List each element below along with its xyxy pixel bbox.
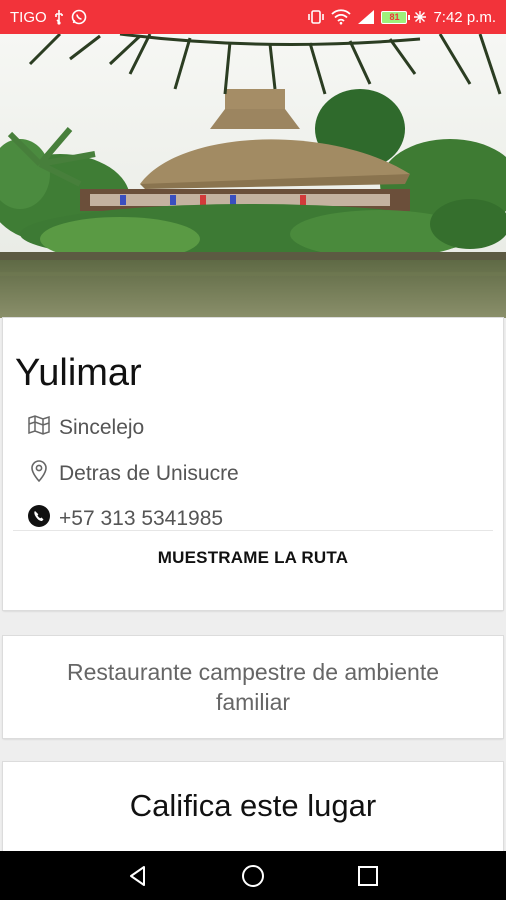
city-label: Sincelejo (59, 416, 145, 439)
vibrate-icon (307, 9, 325, 25)
show-route-button[interactable]: MUESTRAME LA RUTA (3, 548, 503, 568)
place-name: Yulimar (15, 352, 142, 394)
clock: 7:42 p.m. (433, 8, 496, 26)
address-label: Detras de Unisucre (59, 462, 239, 485)
back-icon[interactable] (113, 856, 163, 896)
wifi-icon (331, 9, 352, 25)
location-pin-icon (27, 459, 51, 489)
rating-card: Califica este lugar (3, 762, 503, 862)
map-icon (27, 414, 51, 442)
signal-icon (357, 9, 375, 25)
recents-icon[interactable] (343, 856, 393, 896)
rating-title: Califica este lugar (129, 788, 377, 823)
carrier-label: TIGO (10, 8, 47, 26)
city-row: Sincelejo (27, 414, 144, 442)
status-bar: TIGO 81 7:42 p.m. (0, 0, 506, 34)
time-icon (413, 10, 427, 24)
address-row: Detras de Unisucre (27, 459, 239, 489)
description-text: Restaurante campestre de ambiente famili… (66, 659, 440, 715)
whatsapp-icon (71, 9, 87, 25)
home-icon[interactable] (228, 856, 278, 896)
description-card: Restaurante campestre de ambiente famili… (3, 636, 503, 738)
place-info-card: Yulimar Sincelejo Detras de Unisucre +57… (3, 318, 503, 610)
battery-icon: 81 (381, 10, 411, 24)
phone-number[interactable]: +57 313 5341985 (59, 507, 223, 531)
place-photo (0, 34, 506, 318)
divider (13, 530, 493, 531)
navigation-bar (0, 851, 506, 900)
usb-icon (53, 9, 65, 25)
